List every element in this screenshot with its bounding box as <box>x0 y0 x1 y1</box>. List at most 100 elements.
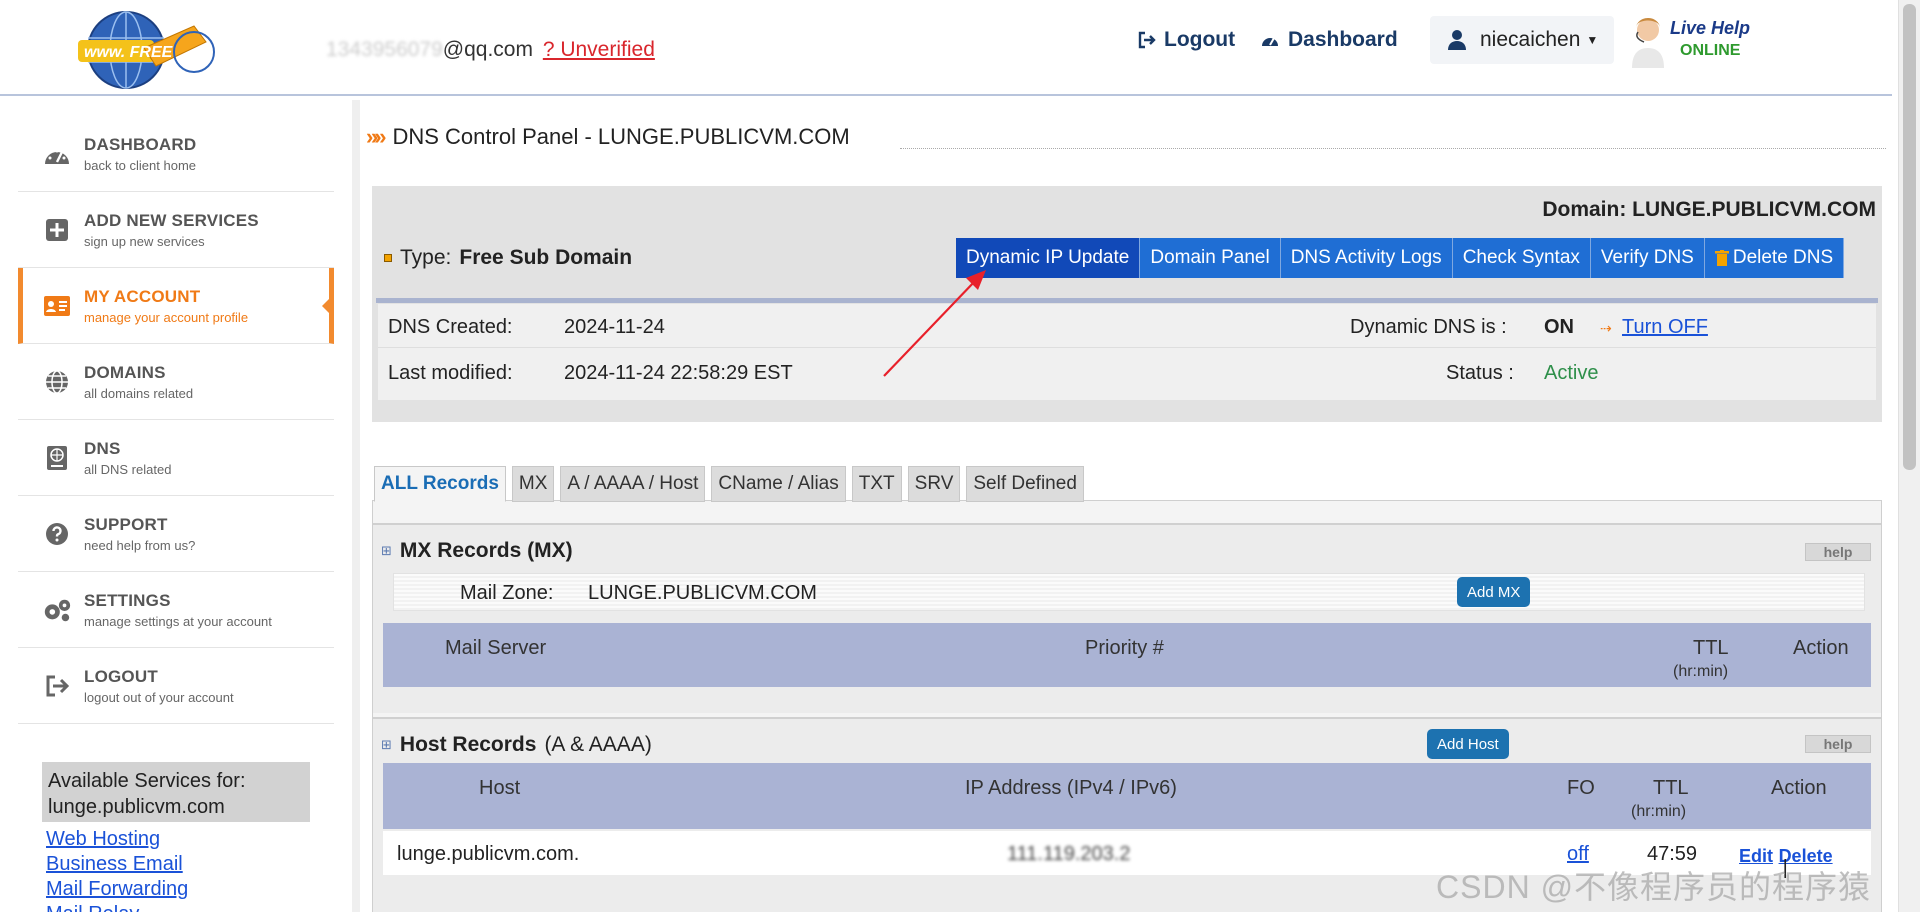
last-modified-value: 2024-11-24 22:58:29 EST <box>564 362 793 384</box>
csdn-watermark: CSDN @不像程序员的程序猿 <box>1436 869 1872 905</box>
add-mx-button[interactable]: Add MX <box>1457 577 1531 607</box>
host-help-button[interactable]: help <box>1805 735 1871 753</box>
mail-zone-value: LUNGE.PUBLICVM.COM <box>588 582 817 604</box>
web-hosting-link[interactable]: Web Hosting <box>46 828 160 851</box>
tab-srv[interactable]: SRV <box>907 466 961 502</box>
unverified-link[interactable]: ? Unverified <box>543 38 655 61</box>
domain-label: Domain: LUNGE.PUBLICVM.COM <box>1542 198 1876 221</box>
sidebar-item-add-new-services[interactable]: ADD NEW SERVICES sign up new services <box>18 192 334 268</box>
sidebar-item-subtitle: back to client home <box>84 157 197 173</box>
col-fo: FO <box>1567 777 1595 799</box>
turn-off-link[interactable]: Turn OFF <box>1622 316 1708 339</box>
tab-a-aaaa-host[interactable]: A / AAAA / Host <box>560 466 706 502</box>
site-logo[interactable]: www. FREE <box>76 8 226 92</box>
sidebar-item-title: LOGOUT <box>84 666 158 686</box>
col-host: Host <box>479 777 521 799</box>
gears-icon <box>42 595 72 625</box>
mail-forwarding-link[interactable]: Mail Forwarding <box>46 878 188 901</box>
sidebar-item-support[interactable]: SUPPORT need help from us? <box>18 496 334 572</box>
sidebar-item-dashboard[interactable]: DASHBOARD back to client home <box>18 116 334 192</box>
verify-dns-button[interactable]: Verify DNS <box>1590 238 1705 278</box>
dns-created-label: DNS Created: <box>388 316 513 338</box>
logout-link[interactable]: Logout <box>1138 28 1235 52</box>
arrow-right-icon: ⇢ <box>1600 320 1612 336</box>
live-help-title: Live Help <box>1670 18 1751 38</box>
sidebar-item-subtitle: need help from us? <box>84 537 196 553</box>
expand-icon[interactable]: ⊞ <box>381 737 392 753</box>
title-underline <box>900 148 1886 149</box>
dns-created-value: 2024-11-24 <box>564 316 665 338</box>
sidebar-item-subtitle: manage settings at your account <box>84 613 272 629</box>
sidebar-item-logout[interactable]: LOGOUT logout out of your account <box>18 648 334 724</box>
sidebar-item-title: DOMAINS <box>84 362 166 382</box>
host-cell: lunge.publicvm.com. <box>397 843 580 865</box>
last-modified-label: Last modified: <box>388 362 513 384</box>
help-label: help <box>1823 736 1853 752</box>
dns-activity-logs-button[interactable]: DNS Activity Logs <box>1280 238 1453 278</box>
sidebar-item-subtitle: sign up new services <box>84 233 205 249</box>
question-circle-icon <box>42 519 72 549</box>
page-scrollbar[interactable] <box>1898 0 1920 912</box>
mail-zone-box: Mail Zone: LUNGE.PUBLICVM.COM <box>393 573 1865 611</box>
sidebar-item-domains[interactable]: DOMAINS all domains related <box>18 344 334 420</box>
sidebar-item-title: SUPPORT <box>84 514 168 534</box>
chevron-down-icon: ▼ <box>1586 33 1599 47</box>
tab-cname-alias[interactable]: CName / Alias <box>711 466 846 502</box>
logo-text: www. FREE <box>84 44 173 61</box>
tab-all-records[interactable]: ALL Records <box>374 466 506 502</box>
dns-info-panel: Domain: LUNGE.PUBLICVM.COM Type: Free Su… <box>372 186 1882 422</box>
user-icon <box>1448 30 1466 50</box>
speedometer-icon <box>42 139 72 169</box>
account-email: 1343956079@qq.com ? Unverified <box>326 38 655 62</box>
logout-label: Logout <box>1164 28 1236 51</box>
username: niecaichen <box>1480 28 1581 51</box>
add-host-button[interactable]: Add Host <box>1427 729 1509 759</box>
sidebar-item-dns[interactable]: DNS all DNS related <box>18 420 334 496</box>
live-help-widget[interactable]: Live Help ONLINE <box>1628 12 1778 68</box>
sidebar-item-subtitle: all DNS related <box>84 461 172 477</box>
tab-mx[interactable]: MX <box>511 466 555 502</box>
help-label: help <box>1823 544 1853 560</box>
scrollbar-thumb[interactable] <box>1903 4 1916 470</box>
dashboard-label: Dashboard <box>1288 28 1398 51</box>
user-menu-dropdown[interactable]: niecaichen ▼ <box>1430 16 1614 64</box>
col-mail-server: Mail Server <box>445 637 547 659</box>
delete-dns-label: Delete DNS <box>1732 247 1834 268</box>
page-title-text: DNS Control Panel - LUNGE.PUBLICVM.COM <box>392 124 850 149</box>
mx-help-button[interactable]: help <box>1805 543 1871 561</box>
id-card-icon <box>42 291 72 321</box>
col-ttl-sub: (hr:min) <box>1673 663 1729 680</box>
col-action: Action <box>1771 777 1827 799</box>
tab-self-defined[interactable]: Self Defined <box>966 466 1084 502</box>
col-ip-address: IP Address (IPv4 / IPv6) <box>965 777 1177 799</box>
tab-txt[interactable]: TXT <box>851 466 902 502</box>
email-masked: 1343956079 <box>326 38 443 61</box>
col-ttl-sub: (hr:min) <box>1631 803 1687 820</box>
info-row-created: DNS Created: 2024-11-24 Dynamic DNS is :… <box>378 304 1876 348</box>
mx-title-text: MX Records (MX) <box>399 539 573 562</box>
business-email-link[interactable]: Business Email <box>46 853 183 876</box>
mail-relay-link[interactable]: Mail Relay <box>46 903 139 912</box>
bullet-icon <box>384 254 392 262</box>
host-section-title: ⊞ Host Records (A & AAAA) <box>381 733 652 757</box>
type-label: Type: <box>400 246 452 269</box>
dns-info-table: DNS Created: 2024-11-24 Dynamic DNS is :… <box>378 304 1876 400</box>
mx-section-title: ⊞ MX Records (MX) <box>381 539 573 563</box>
expand-icon[interactable]: ⊞ <box>381 543 392 559</box>
dns-server-icon <box>42 443 72 473</box>
status-value: Active <box>1544 362 1599 384</box>
info-row-modified: Last modified: 2024-11-24 22:58:29 EST S… <box>378 350 1876 394</box>
sidebar-item-title: DNS <box>84 438 121 458</box>
domain-panel-button[interactable]: Domain Panel <box>1140 238 1281 278</box>
page-title: »» DNS Control Panel - LUNGE.PUBLICVM.CO… <box>366 124 850 150</box>
sidebar-item-title: DASHBOARD <box>84 134 197 154</box>
sidebar-item-settings[interactable]: SETTINGS manage settings at your account <box>18 572 334 648</box>
check-syntax-button[interactable]: Check Syntax <box>1452 238 1591 278</box>
sign-out-icon <box>42 671 72 701</box>
sidebar-item-title: SETTINGS <box>84 590 171 610</box>
type-value: Free Sub Domain <box>459 246 633 269</box>
sidebar-item-my-account[interactable]: MY ACCOUNT manage your account profile <box>18 268 334 344</box>
delete-dns-button[interactable]: Delete DNS <box>1704 238 1845 278</box>
top-header: www. FREE 1343956079@qq.com ? Unverified… <box>0 0 1892 96</box>
dashboard-link[interactable]: Dashboard <box>1260 28 1398 52</box>
